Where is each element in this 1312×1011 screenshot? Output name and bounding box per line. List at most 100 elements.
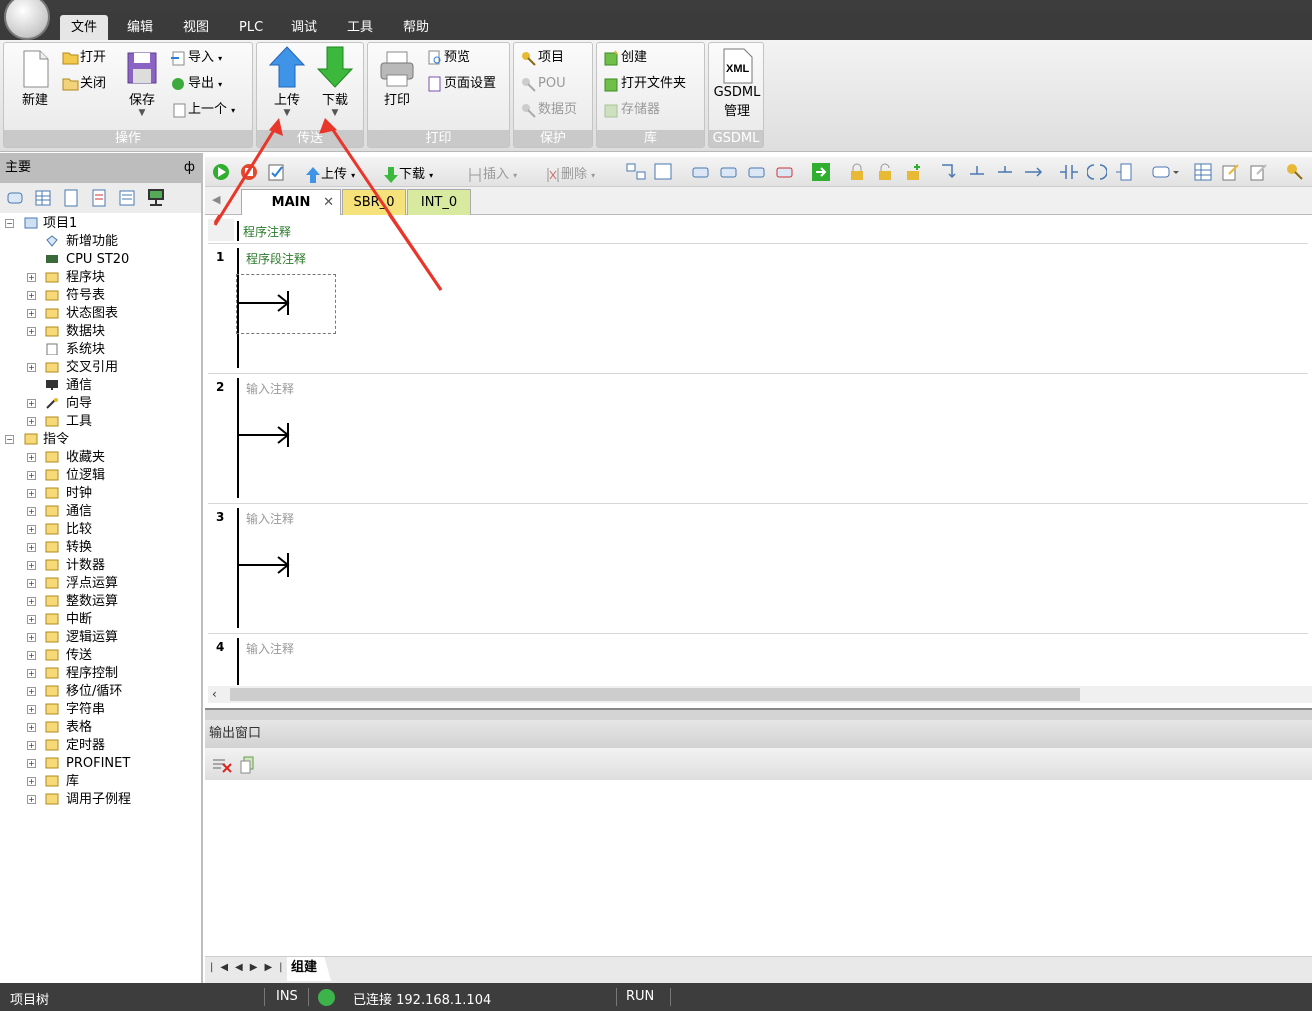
- expand-icon[interactable]: +: [27, 759, 36, 768]
- network-comment[interactable]: 输入注释: [246, 510, 294, 527]
- goto-icon[interactable]: [811, 162, 831, 182]
- grid-icon[interactable]: [1193, 162, 1213, 182]
- open-button[interactable]: 打开: [62, 47, 106, 69]
- tree-instruction-item[interactable]: 传送: [66, 647, 92, 665]
- preview-button[interactable]: 预览: [426, 47, 470, 69]
- network-view-icon[interactable]: [625, 162, 647, 182]
- gsdml-manage-button[interactable]: XML GSDML 管理: [711, 47, 763, 119]
- tree-instruction-item[interactable]: 位逻辑: [66, 467, 105, 485]
- tree-item-communication[interactable]: 通信: [66, 377, 92, 395]
- scroll-thumb[interactable]: [230, 688, 1080, 701]
- clear-output-icon[interactable]: [211, 756, 233, 774]
- expand-icon[interactable]: +: [27, 597, 36, 606]
- menu-edit[interactable]: 编辑: [116, 17, 164, 39]
- upload-button[interactable]: 上传 ▼: [265, 45, 309, 118]
- communication-view-icon[interactable]: [146, 187, 166, 209]
- tab-navigation-icons[interactable]: |◀◀▶▶|: [210, 962, 290, 973]
- tree-item-new-features[interactable]: 新增功能: [66, 233, 118, 251]
- expand-icon[interactable]: +: [27, 705, 36, 714]
- toolbar-insert-button[interactable]: 插入 ▾: [467, 163, 517, 184]
- tree-item-symbol-table[interactable]: 符号表: [66, 287, 105, 305]
- tree-instruction-item[interactable]: 比较: [66, 521, 92, 539]
- view-icon[interactable]: [6, 189, 24, 207]
- status-chart-view-icon[interactable]: [118, 189, 136, 207]
- expand-icon[interactable]: +: [27, 453, 36, 462]
- expand-icon[interactable]: +: [27, 687, 36, 696]
- tree-instruction-item[interactable]: 定时器: [66, 737, 105, 755]
- tag-dropdown-icon[interactable]: [1151, 163, 1181, 181]
- tree-instruction-item[interactable]: 中断: [66, 611, 92, 629]
- open-folder-button[interactable]: 打开文件夹: [603, 73, 686, 95]
- tree-item-cpu[interactable]: CPU ST20: [66, 251, 129, 269]
- expand-icon[interactable]: +: [27, 615, 36, 624]
- page-setup-button[interactable]: 页面设置: [426, 73, 496, 95]
- network-comment[interactable]: 输入注释: [246, 640, 294, 657]
- expand-icon[interactable]: +: [27, 327, 36, 336]
- tree-instruction-item[interactable]: 时钟: [66, 485, 92, 503]
- print-button[interactable]: 打印: [374, 49, 420, 108]
- import-button[interactable]: 导入 ▾: [170, 47, 222, 69]
- document-view-icon[interactable]: [62, 189, 80, 207]
- tree-instruction-item[interactable]: 逻辑运算: [66, 629, 118, 647]
- menu-plc[interactable]: PLC: [228, 17, 274, 39]
- create-library-button[interactable]: 创建: [603, 47, 647, 69]
- line-right-icon[interactable]: [1023, 162, 1043, 182]
- tree-instruction-item[interactable]: 转换: [66, 539, 92, 557]
- key-icon[interactable]: [1285, 162, 1305, 182]
- line-up-icon[interactable]: [967, 162, 987, 182]
- unlock-icon[interactable]: [875, 162, 895, 182]
- expand-icon[interactable]: +: [27, 579, 36, 588]
- tree-instruction-item[interactable]: 通信: [66, 503, 92, 521]
- collapse-icon[interactable]: −: [5, 435, 14, 444]
- expand-icon[interactable]: +: [27, 795, 36, 804]
- tree-instruction-item[interactable]: 浮点运算: [66, 575, 118, 593]
- network-4[interactable]: 4 输入注释: [208, 633, 1308, 685]
- output-content[interactable]: [205, 780, 1312, 956]
- menu-view[interactable]: 视图: [172, 17, 220, 39]
- expand-icon[interactable]: +: [27, 525, 36, 534]
- expand-icon[interactable]: +: [27, 309, 36, 318]
- tree-instruction-item[interactable]: 表格: [66, 719, 92, 737]
- expand-icon[interactable]: +: [27, 291, 36, 300]
- expand-icon[interactable]: +: [27, 471, 36, 480]
- expand-icon[interactable]: +: [27, 417, 36, 426]
- expand-icon[interactable]: +: [27, 741, 36, 750]
- expand-icon[interactable]: +: [27, 543, 36, 552]
- expand-icon[interactable]: +: [27, 507, 36, 516]
- lock-icon[interactable]: [847, 162, 867, 182]
- tree-instruction-item[interactable]: 字符串: [66, 701, 105, 719]
- download-button[interactable]: 下载 ▼: [313, 45, 357, 118]
- table-view-icon[interactable]: [34, 189, 52, 207]
- protect-pou-button[interactable]: POU: [520, 73, 566, 95]
- close-button[interactable]: 关闭: [62, 73, 106, 95]
- memory-button[interactable]: 存储器: [603, 99, 660, 121]
- block-icon[interactable]: [691, 163, 711, 181]
- tree-item-program-block[interactable]: 程序块: [66, 269, 105, 287]
- tree-item-wizard[interactable]: 向导: [66, 395, 92, 413]
- expand-icon[interactable]: +: [27, 399, 36, 408]
- box-icon[interactable]: [1115, 162, 1135, 182]
- toolbar-delete-button[interactable]: 删除 ▾: [545, 163, 595, 184]
- block-left-icon[interactable]: [719, 163, 739, 181]
- tree-item-cross-reference[interactable]: 交叉引用: [66, 359, 118, 377]
- tree-item-tools[interactable]: 工具: [66, 413, 92, 431]
- tree-instruction-item[interactable]: 库: [66, 773, 79, 791]
- save-dropdown-icon[interactable]: ▼: [120, 108, 164, 118]
- menu-help[interactable]: 帮助: [392, 17, 440, 39]
- tree-instruction-item[interactable]: PROFINET: [66, 755, 130, 773]
- save-button[interactable]: 保存 ▼: [120, 49, 164, 118]
- copy-output-icon[interactable]: [239, 755, 257, 775]
- network-2[interactable]: 2 输入注释: [208, 373, 1308, 501]
- menu-file[interactable]: 文件: [60, 15, 109, 40]
- tree-instruction-item[interactable]: 程序控制: [66, 665, 118, 683]
- tree-instruction-item[interactable]: 移位/循环: [66, 683, 122, 701]
- expand-icon[interactable]: +: [27, 651, 36, 660]
- horizontal-scrollbar[interactable]: ‹: [208, 686, 1312, 703]
- tab-build[interactable]: 组建: [287, 957, 332, 981]
- tree-project-root[interactable]: 项目1: [43, 215, 77, 233]
- expand-icon[interactable]: +: [27, 489, 36, 498]
- expand-icon[interactable]: +: [27, 723, 36, 732]
- expand-icon[interactable]: +: [27, 273, 36, 282]
- expand-icon[interactable]: +: [27, 777, 36, 786]
- tree-item-data-block[interactable]: 数据块: [66, 323, 105, 341]
